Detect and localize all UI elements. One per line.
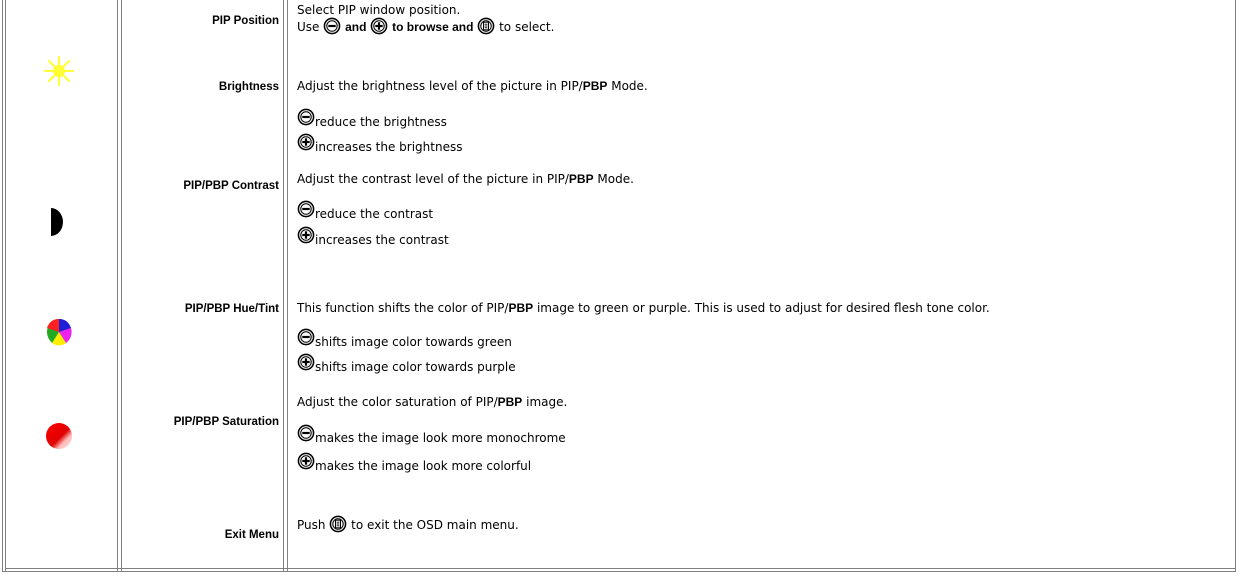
desc-line: This function shifts the color of PIP/PB… bbox=[297, 302, 990, 326]
desc-text: reduce the contrast bbox=[315, 207, 434, 221]
row-label-brightness: Brightness bbox=[218, 81, 279, 93]
plus-button-icon bbox=[297, 353, 315, 371]
color-wheel-icon bbox=[47, 318, 72, 346]
desc-line: shifts image color towards green bbox=[297, 326, 990, 351]
row-label-pip-position: PIP Position bbox=[212, 15, 279, 27]
row-desc-hue: This function shifts the color of PIP/PB… bbox=[297, 302, 990, 376]
desc-line: Adjust the brightness level of the pictu… bbox=[297, 80, 648, 106]
table-border-right bbox=[1235, 0, 1236, 572]
desc-line: increases the contrast bbox=[297, 223, 634, 249]
desc-line: shifts image color towards purple bbox=[297, 351, 990, 376]
desc-text: Mode. bbox=[607, 79, 648, 93]
column-divider bbox=[287, 0, 288, 572]
desc-text: to browse and bbox=[392, 20, 474, 34]
menu-button-icon bbox=[329, 515, 347, 533]
half-moon-icon bbox=[51, 208, 63, 236]
desc-line: Select PIP window position. bbox=[297, 3, 461, 17]
plus-button-icon bbox=[370, 17, 388, 35]
desc-text: reduce the brightness bbox=[315, 115, 447, 129]
plus-button-icon bbox=[297, 452, 315, 470]
desc-text: Push bbox=[297, 518, 326, 532]
osd-menu-table: PIP Position Select PIP window position.… bbox=[0, 0, 1240, 580]
desc-text: PBP bbox=[497, 395, 523, 409]
red-ball-icon bbox=[46, 423, 72, 449]
desc-line: Adjust the contrast level of the picture… bbox=[297, 173, 634, 197]
row-desc-saturation: Adjust the color saturation of PIP/PBP i… bbox=[297, 396, 567, 476]
desc-text: Adjust the contrast level of the picture… bbox=[297, 172, 569, 186]
desc-text: and bbox=[345, 20, 367, 34]
sun-icon bbox=[44, 56, 74, 86]
column-divider bbox=[283, 0, 284, 572]
saturation-icon-cell bbox=[0, 422, 118, 450]
desc-line: makes the image look more monochrome bbox=[297, 420, 567, 448]
plus-button-icon bbox=[297, 133, 315, 151]
contrast-icon-cell bbox=[0, 207, 118, 237]
desc-text: Use bbox=[297, 20, 320, 34]
desc-text: PBP bbox=[508, 301, 534, 315]
desc-text: Adjust the color saturation of PIP/ bbox=[297, 395, 498, 409]
desc-text: PBP bbox=[568, 172, 594, 186]
desc-text: to exit the OSD main menu. bbox=[351, 518, 519, 532]
row-desc-contrast: Adjust the contrast level of the picture… bbox=[297, 173, 634, 249]
desc-text: Adjust the brightness level of the pictu… bbox=[297, 79, 583, 93]
hue-icon-cell bbox=[0, 318, 118, 346]
desc-line: Push to exit the OSD main menu. bbox=[297, 515, 519, 535]
row-label-contrast: PIP/PBP Contrast bbox=[183, 180, 279, 192]
desc-text: image. bbox=[522, 395, 568, 409]
row-desc-brightness: Adjust the brightness level of the pictu… bbox=[297, 80, 648, 156]
desc-line: Adjust the color saturation of PIP/PBP i… bbox=[297, 396, 567, 420]
minus-button-icon bbox=[297, 424, 315, 442]
desc-line: increases the brightness bbox=[297, 131, 648, 156]
desc-text: PBP bbox=[582, 79, 608, 93]
desc-text: shifts image color towards purple bbox=[315, 360, 516, 374]
desc-line: reduce the brightness bbox=[297, 106, 648, 131]
desc-text: increases the contrast bbox=[315, 233, 449, 247]
desc-text: makes the image look more colorful bbox=[315, 459, 532, 473]
desc-text: This function shifts the color of PIP/ bbox=[297, 301, 509, 315]
row-desc-exit-menu: Push to exit the OSD main menu. bbox=[297, 515, 519, 535]
minus-button-icon bbox=[297, 108, 315, 126]
desc-text: makes the image look more monochrome bbox=[315, 431, 566, 445]
plus-button-icon bbox=[297, 226, 315, 244]
desc-text: to select. bbox=[499, 20, 555, 34]
desc-text: Mode. bbox=[593, 172, 634, 186]
table-border-bottom bbox=[2, 571, 1236, 572]
desc-line: Use and to browse and to select. bbox=[297, 17, 554, 37]
row-label-hue: PIP/PBP Hue/Tint bbox=[184, 303, 279, 315]
column-divider bbox=[121, 0, 122, 572]
minus-button-icon bbox=[297, 328, 315, 346]
desc-line: reduce the contrast bbox=[297, 197, 634, 223]
table-border-bottom bbox=[5, 568, 1235, 569]
minus-button-icon bbox=[323, 17, 341, 35]
brightness-icon-cell bbox=[0, 56, 118, 86]
desc-text: image to green or purple. This is used t… bbox=[533, 301, 990, 315]
menu-button-icon bbox=[477, 17, 495, 35]
desc-line: makes the image look more colorful bbox=[297, 448, 567, 476]
row-label-saturation: PIP/PBP Saturation bbox=[173, 416, 279, 428]
row-label-exit-menu: Exit Menu bbox=[224, 529, 279, 541]
minus-button-icon bbox=[297, 200, 315, 218]
desc-text: increases the brightness bbox=[315, 140, 463, 154]
desc-text: shifts image color towards green bbox=[315, 335, 512, 349]
row-desc-pip-position: Select PIP window position. Use and to b… bbox=[297, 4, 554, 37]
